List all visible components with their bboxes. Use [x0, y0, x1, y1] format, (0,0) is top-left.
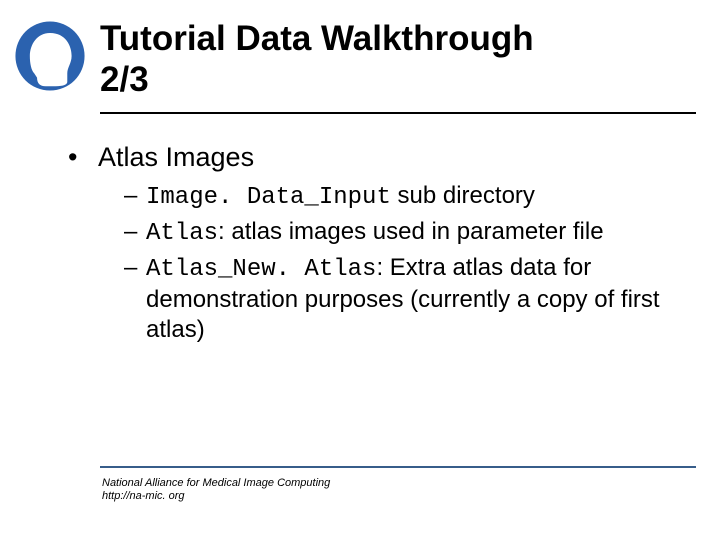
namic-logo-icon — [14, 20, 86, 92]
desc-text: sub directory — [391, 182, 535, 209]
code-text: Atlas — [146, 220, 218, 247]
code-text: Image. Data_Input — [146, 184, 391, 211]
desc-text: : atlas images used in parameter file — [218, 218, 604, 245]
footer-url: http://na-mic. org — [102, 490, 185, 502]
slide-title: Tutorial Data Walkthrough 2/3 — [100, 18, 534, 101]
title-line-1: Tutorial Data Walkthrough — [100, 19, 534, 58]
sub-bullet-atlas-newatlas: Atlas_New. Atlas: Extra atlas data for d… — [124, 253, 680, 345]
footer-org: National Alliance for Medical Image Comp… — [102, 477, 330, 489]
slide-header: Tutorial Data Walkthrough 2/3 — [0, 18, 720, 105]
code-text: Atlas_New. Atlas — [146, 256, 376, 283]
slide: Tutorial Data Walkthrough 2/3 Atlas Imag… — [0, 0, 720, 540]
sub-bullet-imagedata-input: Image. Data_Input sub directory — [124, 181, 680, 213]
slide-content: Atlas Images Image. Data_Input sub direc… — [68, 140, 680, 353]
footer-separator — [100, 466, 696, 468]
sub-bullet-atlas: Atlas: atlas images used in parameter fi… — [124, 217, 680, 249]
title-separator — [100, 112, 696, 114]
slide-footer: National Alliance for Medical Image Comp… — [102, 477, 330, 505]
title-block: Tutorial Data Walkthrough 2/3 — [100, 18, 534, 105]
bullet-atlas-images: Atlas Images Image. Data_Input sub direc… — [68, 140, 680, 345]
bullet-label: Atlas Images — [98, 142, 254, 172]
title-line-2: 2/3 — [100, 60, 149, 99]
